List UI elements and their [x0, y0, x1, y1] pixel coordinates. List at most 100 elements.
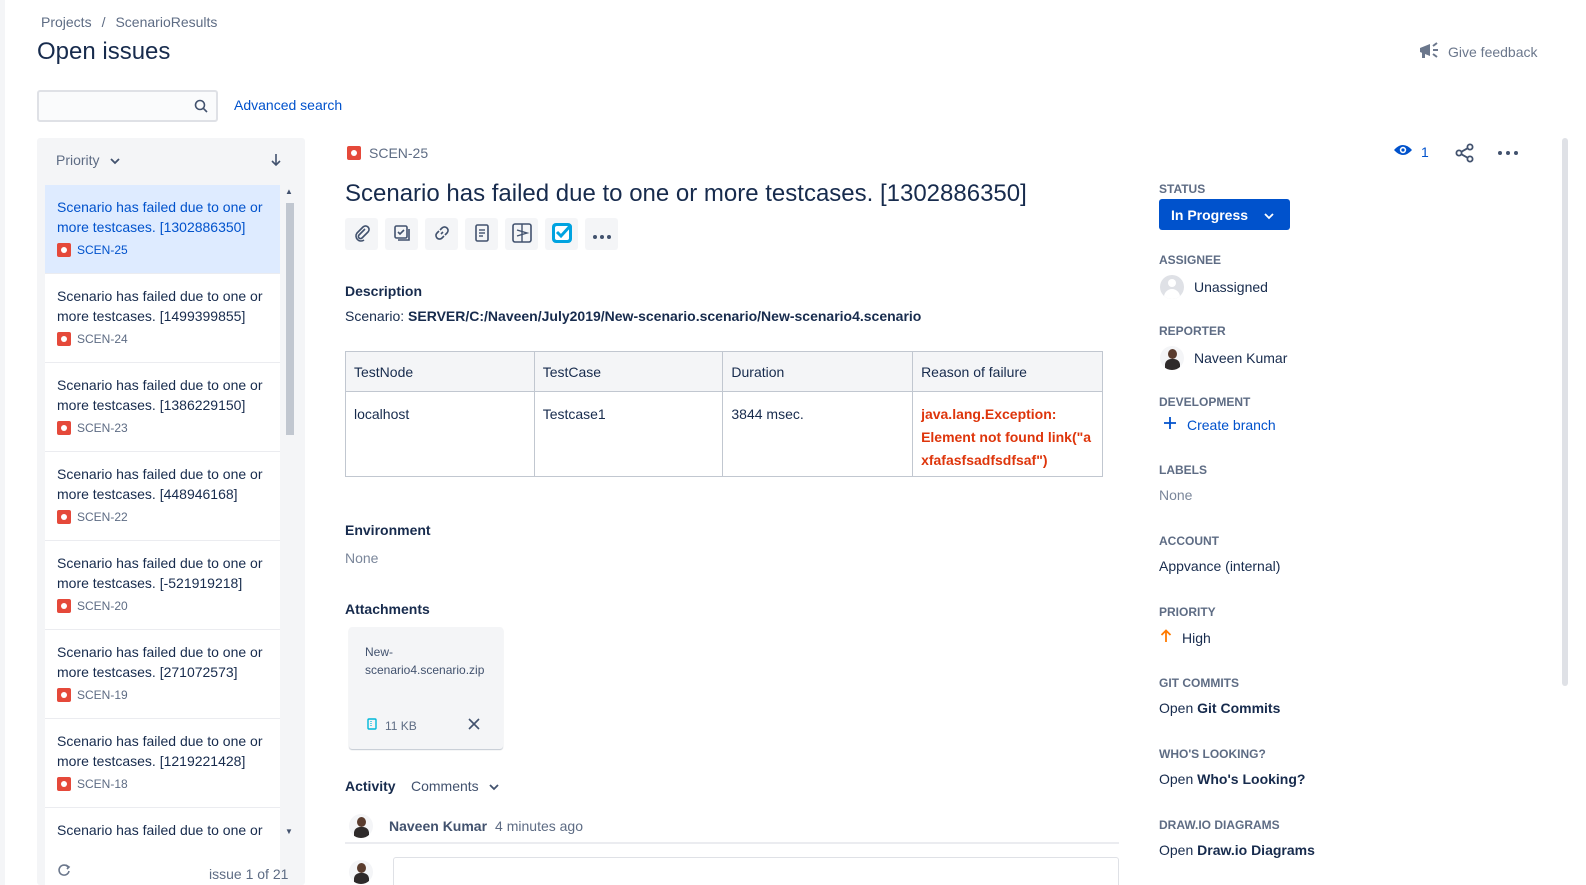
- table-header: Duration: [722, 351, 914, 392]
- attach-button[interactable]: [345, 218, 378, 250]
- checkbox-icon: [550, 221, 574, 248]
- confluence-page-button[interactable]: [465, 218, 498, 250]
- status-value: In Progress: [1171, 206, 1249, 223]
- link-issue-button[interactable]: [425, 218, 458, 250]
- list-item[interactable]: Scenario has failed due to one or more t…: [45, 274, 280, 363]
- list-item-summary: Scenario has failed due to one or more t…: [57, 555, 263, 591]
- breadcrumb: Projects / ScenarioResults: [41, 14, 217, 30]
- comment-header: Naveen Kumar 4 minutes ago: [349, 814, 583, 838]
- list-scrollbar[interactable]: ▲ ▼: [283, 185, 297, 841]
- assignee-field[interactable]: Unassigned: [1160, 275, 1268, 299]
- whos-looking-value: Who's Looking?: [1197, 771, 1306, 787]
- search-input[interactable]: [39, 92, 189, 120]
- issue-title[interactable]: Scenario has failed due to one or more t…: [345, 180, 1027, 208]
- watch-button[interactable]: 1: [1393, 143, 1429, 160]
- activity-label: Activity: [345, 778, 396, 794]
- chevron-down-icon: [109, 152, 120, 168]
- failure-line: xfafasfsadfsdfsaf"): [921, 452, 1048, 468]
- whos-looking-link[interactable]: Open Who's Looking?: [1159, 771, 1305, 787]
- scenario-path: SERVER/C:/Naveen/July2019/New-scenario.s…: [408, 308, 922, 324]
- attachment-name-line: New-: [365, 645, 394, 659]
- issue-toolbar: [345, 218, 618, 250]
- sort-select[interactable]: Priority: [56, 152, 120, 168]
- avatar: [349, 814, 373, 838]
- scroll-down-icon[interactable]: ▼: [285, 827, 293, 836]
- labels-value[interactable]: None: [1159, 487, 1192, 503]
- open-text: Open: [1159, 700, 1194, 716]
- issue-more-button[interactable]: [1497, 142, 1519, 167]
- list-item[interactable]: Scenario has failed due to one or more t…: [45, 719, 280, 808]
- priority-label: PRIORITY: [1159, 605, 1216, 619]
- reporter-label: REPORTER: [1159, 324, 1226, 338]
- list-item[interactable]: Scenario has failed due to one or more t…: [45, 452, 280, 541]
- breadcrumb-projects[interactable]: Projects: [41, 14, 92, 30]
- bug-icon: [57, 243, 71, 257]
- reporter-field[interactable]: Naveen Kumar: [1160, 346, 1287, 370]
- search-icon: [194, 99, 208, 116]
- avatar: [1160, 275, 1184, 299]
- list-item-summary: Scenario has failed due to one or more t…: [57, 466, 263, 502]
- issue-key[interactable]: SCEN-25: [347, 145, 428, 161]
- search-field[interactable]: [37, 90, 218, 122]
- scroll-thumb[interactable]: [286, 203, 294, 435]
- list-item-key: SCEN-22: [77, 510, 128, 524]
- close-icon[interactable]: [468, 717, 480, 733]
- status-dropdown[interactable]: In Progress: [1159, 199, 1290, 230]
- open-text: Open: [1159, 771, 1194, 787]
- attachment-name-line: scenario4.scenario.zip: [365, 663, 485, 677]
- list-item[interactable]: Scenario has failed due to one or more t…: [45, 630, 280, 719]
- open-text: Open: [1159, 842, 1194, 858]
- git-commits-label: GIT COMMITS: [1159, 676, 1239, 690]
- bug-icon: [57, 777, 71, 791]
- advanced-search-link[interactable]: Advanced search: [234, 97, 342, 113]
- list-footer: issue 1 of 21: [37, 856, 305, 885]
- create-branch-label: Create branch: [1187, 416, 1276, 433]
- add-subtask-button[interactable]: [385, 218, 418, 250]
- document-icon: [474, 223, 490, 245]
- attachment-meta: 11 KB: [367, 718, 417, 733]
- refresh-icon[interactable]: [57, 863, 71, 880]
- paperclip-icon: [353, 224, 371, 245]
- priority-value: High: [1182, 629, 1211, 646]
- detail-scrollbar[interactable]: [1562, 138, 1568, 686]
- table-header: TestNode: [345, 351, 535, 392]
- breadcrumb-current[interactable]: ScenarioResults: [115, 14, 217, 30]
- create-branch-button[interactable]: Create branch: [1163, 416, 1276, 433]
- list-item-summary: Scenario has failed due to one or more t…: [57, 377, 263, 413]
- drawio-button[interactable]: [505, 218, 538, 250]
- scroll-up-icon[interactable]: ▲: [285, 187, 293, 196]
- priority-field[interactable]: High: [1160, 629, 1211, 646]
- drawio-link[interactable]: Open Draw.io Diagrams: [1159, 842, 1315, 858]
- list-item-key: SCEN-24: [77, 332, 128, 346]
- bug-icon: [57, 510, 71, 524]
- list-item[interactable]: Scenario has failed due to one or more t…: [45, 541, 280, 630]
- list-item-key: SCEN-18: [77, 777, 128, 791]
- issue-list: Scenario has failed due to one or more t…: [45, 185, 280, 885]
- checklist-app-button[interactable]: [545, 218, 578, 250]
- failure-line: java.lang.Exception:: [921, 406, 1057, 422]
- description-text[interactable]: Scenario: SERVER/C:/Naveen/July2019/New-…: [345, 308, 921, 324]
- sort-arrow-icon[interactable]: [270, 153, 282, 170]
- bug-icon: [57, 421, 71, 435]
- list-item[interactable]: Scenario has failed due to one or more t…: [45, 363, 280, 452]
- activity-filter-select[interactable]: Comments: [411, 778, 499, 794]
- give-feedback-button[interactable]: Give feedback: [1418, 40, 1538, 63]
- comment-author[interactable]: Naveen Kumar: [389, 818, 487, 834]
- diagram-icon: [511, 222, 533, 247]
- environment-value[interactable]: None: [345, 550, 378, 566]
- bug-icon: [57, 688, 71, 702]
- account-value[interactable]: Appvance (internal): [1159, 558, 1280, 574]
- eye-icon: [1393, 143, 1413, 160]
- issue-key-label: SCEN-25: [369, 145, 429, 161]
- reporter-value: Naveen Kumar: [1194, 350, 1288, 366]
- git-commits-link[interactable]: Open Git Commits: [1159, 700, 1280, 716]
- drawio-label: DRAW.IO DIAGRAMS: [1159, 818, 1280, 832]
- attachment-card[interactable]: New- scenario4.scenario.zip 11 KB: [349, 627, 503, 749]
- list-item[interactable]: Scenario has failed due to one or more t…: [45, 185, 280, 274]
- add-comment-field[interactable]: [393, 857, 1119, 885]
- breadcrumb-separator: /: [101, 14, 106, 30]
- table-cell-testcase: Testcase1: [533, 391, 724, 477]
- page-edge: [0, 0, 5, 885]
- share-button[interactable]: [1454, 142, 1476, 167]
- more-actions-button[interactable]: [585, 218, 618, 250]
